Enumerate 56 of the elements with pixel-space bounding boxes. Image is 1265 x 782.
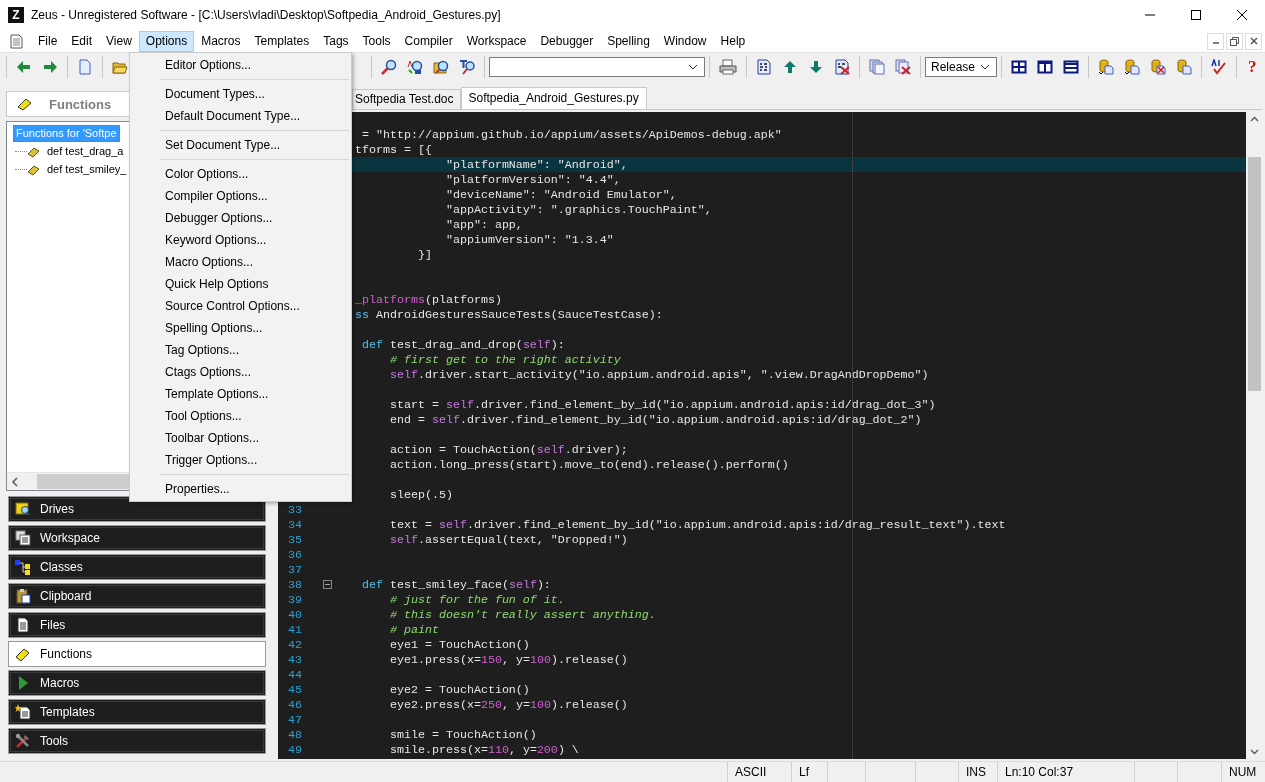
code-line: "appiumVersion": "1.3.4" [444,232,614,247]
encoding-status: ASCII [727,762,791,782]
code-line: }] [416,247,432,262]
line-number: 49 [288,742,302,757]
code-line: smile = TouchAction() [388,727,537,742]
code-line: "appActivity": ".graphics.TouchPaint", [444,202,712,217]
line-number: 38 [288,577,302,592]
code-line: self.assertEqual(text, "Dropped!") [388,532,628,547]
code-line: "platformVersion": "4.4", [444,172,621,187]
code-line: end = self.driver.find_element_by_id("io.appium.android.apis:id/drag_dot_2") [388,412,922,427]
window-title: Zeus - Unregistered Software - [C:\Users\vladi\Desktop\Softpedia_Android_Gestures.py] [31,8,501,22]
code-line: _platforms(platforms) [354,292,502,307]
cursor-position-status: Ln:10 Col:37 [997,762,1134,782]
code-line: tforms = [{ [354,142,432,157]
code-line: action.long_press(start).move_to(end).release().perform() [388,457,789,472]
code-line: ss AndroidGesturesSauceTests(SauceTestCase): [354,307,663,322]
code-line: text = self.driver.find_element_by_id("io.appium.android.apis:id/drag_result_text").text [388,517,1006,532]
code-line: "deviceName": "Android Emulator", [444,187,677,202]
code-line: def test_smiley_face(self): [360,577,551,592]
line-number: 39 [288,592,302,607]
code-line: def test_drag_and_drop(self): [360,337,565,352]
line-number: 44 [288,667,302,682]
num-lock-status: NUM [1221,762,1265,782]
app-logo: Z [8,7,24,23]
insert-mode-status: INS [958,762,997,782]
code-line: eye2 = TouchAction() [388,682,530,697]
line-number: 46 [288,697,302,712]
code-line: smile.press(x=110, y=200) \ [388,742,579,757]
code-line: eye1.press(x=150, y=100).release() [388,652,628,667]
line-number: 48 [288,727,302,742]
panel-title: Functions [49,96,112,112]
code-line: sleep(.5) [388,487,453,502]
code-line: # this doesn't really assert anything. [388,607,656,622]
line-number: 42 [288,637,302,652]
line-number: 45 [288,682,302,697]
code-line: action = TouchAction(self.driver); [388,442,628,457]
line-number: 40 [288,607,302,622]
line-number: 36 [288,547,302,562]
code-line: "platformName": "Android", [444,157,628,172]
code-line: "app": app, [444,217,523,232]
line-number: 41 [288,622,302,637]
code-line: eye1 = TouchAction() [388,637,530,652]
code-line: self.driver.start_activity("io.appium.android.apis", ".view.DragAndDropDemo") [388,367,929,382]
line-number: 35 [288,532,302,547]
line-number: 33 [288,502,302,517]
code-line: # first get to the right activity [388,352,621,367]
code-line: # just for the fun of it. [388,592,565,607]
code-line: # paint [388,622,439,637]
line-number: 47 [288,712,302,727]
line-number: 43 [288,652,302,667]
code-line: = "http://appium.github.io/appium/assets/ApiDemos-debug.apk" [360,127,782,142]
line-number: 37 [288,562,302,577]
line-number: 34 [288,517,302,532]
line-ending-status: Lf [791,762,827,782]
code-line: eye2.press(x=250, y=100).release() [388,697,628,712]
code-line: start = self.driver.find_element_by_id("io.appium.android.apis:id/drag_dot_3") [388,397,936,412]
